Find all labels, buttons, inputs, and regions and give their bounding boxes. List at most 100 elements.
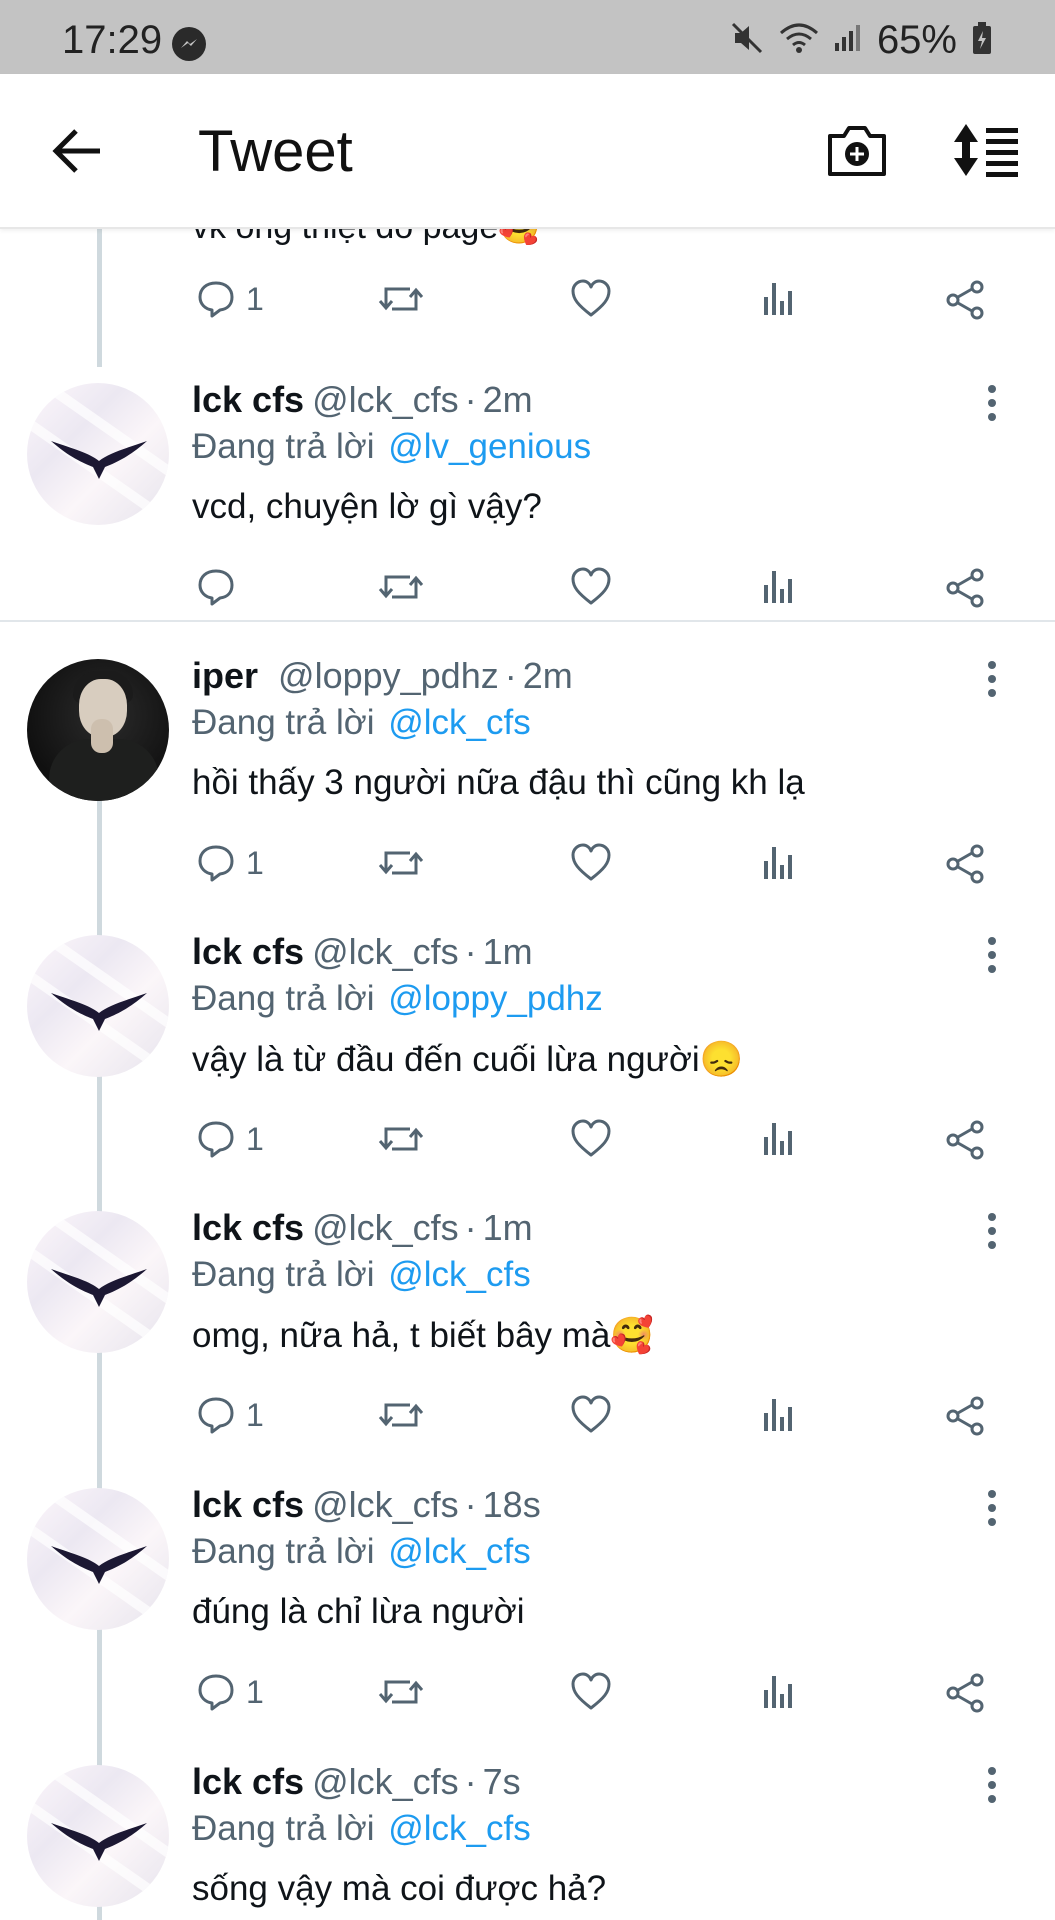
more-options-icon[interactable]	[984, 1211, 1000, 1256]
views-icon[interactable]	[758, 843, 798, 883]
mention-link[interactable]: @lv_genious	[388, 427, 591, 466]
tweet-age: 2m	[522, 655, 573, 696]
back-arrow-icon[interactable]	[50, 126, 104, 181]
retweet-button[interactable]	[378, 567, 424, 607]
tweet-header: iper @loppy_pdhz · 2m	[192, 655, 573, 696]
more-options-icon[interactable]	[984, 1488, 1000, 1533]
views-icon[interactable]	[758, 1395, 798, 1435]
like-button[interactable]	[570, 1672, 612, 1712]
mention-link[interactable]: @loppy_pdhz	[388, 979, 603, 1018]
reply-count: 1	[246, 1396, 264, 1433]
reply-button[interactable]	[196, 567, 246, 607]
tweet-actions: 1	[0, 1119, 1055, 1179]
more-options-icon[interactable]	[984, 659, 1000, 704]
tweet-item[interactable]: lck cfs @lck_cfs · 18s Đang trả lời @lck_cf…	[0, 1472, 1055, 1748]
camera-add-icon[interactable]	[826, 122, 888, 183]
tweet-feed[interactable]: vk ông thiệt đó page🥰 1	[0, 229, 1055, 1920]
user-handle[interactable]: @lck_cfs	[312, 1484, 459, 1525]
display-name[interactable]: lck cfs	[192, 1484, 304, 1525]
reply-count: 1	[246, 844, 264, 881]
more-options-icon[interactable]	[984, 383, 1000, 428]
tweet-header: lck cfs @lck_cfs · 18s	[192, 1484, 541, 1525]
retweet-button[interactable]	[378, 1119, 424, 1159]
display-name[interactable]: lck cfs	[192, 1207, 304, 1248]
retweet-button[interactable]	[378, 279, 424, 319]
tweet-age: 18s	[482, 1484, 541, 1525]
tweet-text: sống vậy mà coi được hả?	[192, 1869, 607, 1908]
retweet-button[interactable]	[378, 1395, 424, 1435]
views-icon[interactable]	[758, 279, 798, 319]
reply-button[interactable]: 1	[196, 1119, 264, 1159]
tweet-actions: 1	[0, 843, 1055, 903]
replying-to: Đang trả lời @lck_cfs	[192, 1255, 531, 1294]
tweet-item[interactable]: lck cfs @lck_cfs · 2m Đang trả lời @lv_geni…	[0, 367, 1055, 629]
display-name[interactable]: lck cfs	[192, 931, 304, 972]
reply-button[interactable]: 1	[196, 1395, 264, 1435]
tweet-item[interactable]: iper @loppy_pdhz · 2m Đang trả lời @lck_cfs…	[0, 643, 1055, 919]
share-button[interactable]	[944, 843, 986, 885]
display-name[interactable]: lck cfs	[192, 1761, 304, 1802]
like-button[interactable]	[570, 843, 612, 883]
share-button[interactable]	[944, 1395, 986, 1437]
avatar[interactable]	[27, 935, 169, 1077]
mention-link[interactable]: @lck_cfs	[388, 1809, 531, 1848]
avatar[interactable]	[27, 1765, 169, 1907]
share-button[interactable]	[944, 1119, 986, 1161]
battery-icon	[971, 21, 993, 60]
reply-button[interactable]: 1	[196, 1672, 264, 1712]
replying-to: Đang trả lời @loppy_pdhz	[192, 979, 603, 1018]
display-name[interactable]: iper	[192, 655, 258, 696]
like-button[interactable]	[570, 1395, 612, 1435]
more-options-icon[interactable]	[984, 935, 1000, 980]
tweet-age: 7s	[482, 1761, 521, 1802]
tweet-item[interactable]: lck cfs @lck_cfs · 7s Đang trả lời @lck_cfs…	[0, 1749, 1055, 1920]
tweet-actions: 1	[0, 1672, 1055, 1732]
replying-to: Đang trả lời @lck_cfs	[192, 703, 531, 742]
reply-button[interactable]: 1	[196, 843, 264, 883]
replying-to: Đang trả lời @lck_cfs	[192, 1532, 531, 1571]
share-button[interactable]	[944, 279, 986, 321]
mention-link[interactable]: @lck_cfs	[388, 1532, 531, 1571]
tweet-item[interactable]: lck cfs @lck_cfs · 1m Đang trả lời @lck_cfs…	[0, 1195, 1055, 1471]
mute-icon	[729, 20, 765, 61]
tweet-header: lck cfs @lck_cfs · 1m	[192, 931, 533, 972]
retweet-button[interactable]	[378, 1672, 424, 1712]
views-icon[interactable]	[758, 1672, 798, 1712]
like-button[interactable]	[570, 1119, 612, 1159]
replying-to: Đang trả lời @lck_cfs	[192, 1809, 531, 1848]
status-bar: 17:29 65%	[0, 0, 1055, 74]
tweet-text: vcd, chuyện lờ gì vậy?	[192, 487, 542, 526]
divider	[0, 620, 1055, 622]
views-icon[interactable]	[758, 567, 798, 607]
display-name[interactable]: lck cfs	[192, 379, 304, 420]
user-handle[interactable]: @lck_cfs	[312, 931, 459, 972]
like-button[interactable]	[570, 279, 612, 319]
user-handle[interactable]: @loppy_pdhz	[278, 655, 499, 696]
user-handle[interactable]: @lck_cfs	[312, 1207, 459, 1248]
avatar[interactable]	[27, 659, 169, 801]
retweet-button[interactable]	[378, 843, 424, 883]
views-icon[interactable]	[758, 1119, 798, 1159]
tweet-text: vậy là từ đầu đến cuối lừa người😞	[192, 1040, 744, 1079]
like-button[interactable]	[570, 567, 612, 607]
replying-to: Đang trả lời @lv_genious	[192, 427, 592, 466]
tweet-item[interactable]: lck cfs @lck_cfs · 1m Đang trả lời @loppy_p…	[0, 919, 1055, 1195]
tweet-header: lck cfs @lck_cfs · 7s	[192, 1761, 521, 1802]
sort-replies-icon[interactable]	[952, 122, 1022, 183]
share-button[interactable]	[944, 567, 986, 609]
more-options-icon[interactable]	[984, 1765, 1000, 1810]
tweet-text: đúng là chỉ lừa người	[192, 1592, 525, 1631]
avatar[interactable]	[27, 383, 169, 525]
avatar[interactable]	[27, 1211, 169, 1353]
tweet-actions: 1	[0, 279, 1055, 339]
user-handle[interactable]: @lck_cfs	[312, 379, 459, 420]
avatar[interactable]	[27, 1488, 169, 1630]
share-button[interactable]	[944, 1672, 986, 1714]
tweet-text: omg, nữa hả, t biết bây mà🥰	[192, 1316, 654, 1355]
tweet-header: lck cfs @lck_cfs · 2m	[192, 379, 533, 420]
reply-button[interactable]: 1	[196, 279, 264, 319]
mention-link[interactable]: @lck_cfs	[388, 703, 531, 742]
mention-link[interactable]: @lck_cfs	[388, 1255, 531, 1294]
user-handle[interactable]: @lck_cfs	[312, 1761, 459, 1802]
tweet-actions: 1	[0, 1395, 1055, 1455]
